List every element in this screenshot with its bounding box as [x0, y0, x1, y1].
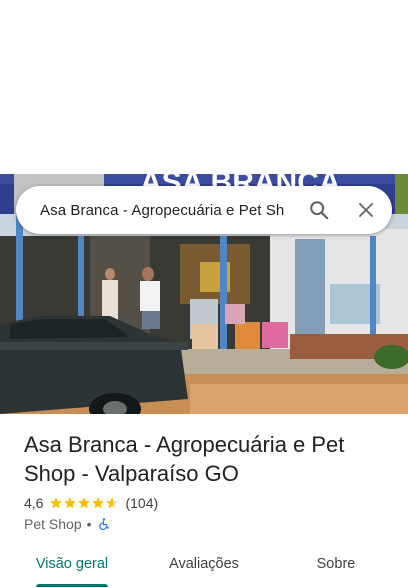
place-tabs: Visão geral Avaliações Sobre: [0, 546, 408, 588]
star-icon: [50, 497, 63, 509]
separator-dot: •: [86, 516, 92, 532]
place-category: Pet Shop: [24, 516, 82, 532]
search-icon: [310, 201, 329, 220]
category-row: Pet Shop •: [24, 515, 111, 533]
rating-row[interactable]: 4,6 (104): [24, 493, 158, 513]
rating-value: 4,6: [24, 495, 44, 511]
wheelchair-icon: [98, 518, 109, 530]
star-icon: [106, 497, 119, 509]
search-button[interactable]: [298, 189, 340, 231]
review-count[interactable]: (104): [125, 495, 158, 511]
star-icon: [64, 497, 77, 509]
search-bar[interactable]: Asa Branca - Agropecuária e Pet Sh: [16, 186, 392, 234]
active-tab-indicator: [36, 584, 108, 587]
place-title: Asa Branca - Agropecuária e Pet Shop - V…: [24, 432, 345, 486]
close-icon: [359, 203, 373, 217]
tab-about[interactable]: Sobre: [292, 546, 380, 582]
blank-area: [0, 0, 408, 174]
rating-stars: [49, 496, 119, 510]
close-button[interactable]: [340, 189, 392, 231]
search-input[interactable]: Asa Branca - Agropecuária e Pet Sh: [40, 202, 298, 219]
tab-reviews[interactable]: Avaliações: [156, 546, 252, 582]
tab-overview[interactable]: Visão geral: [24, 546, 120, 582]
star-icon: [78, 497, 91, 509]
star-icon: [92, 497, 105, 509]
